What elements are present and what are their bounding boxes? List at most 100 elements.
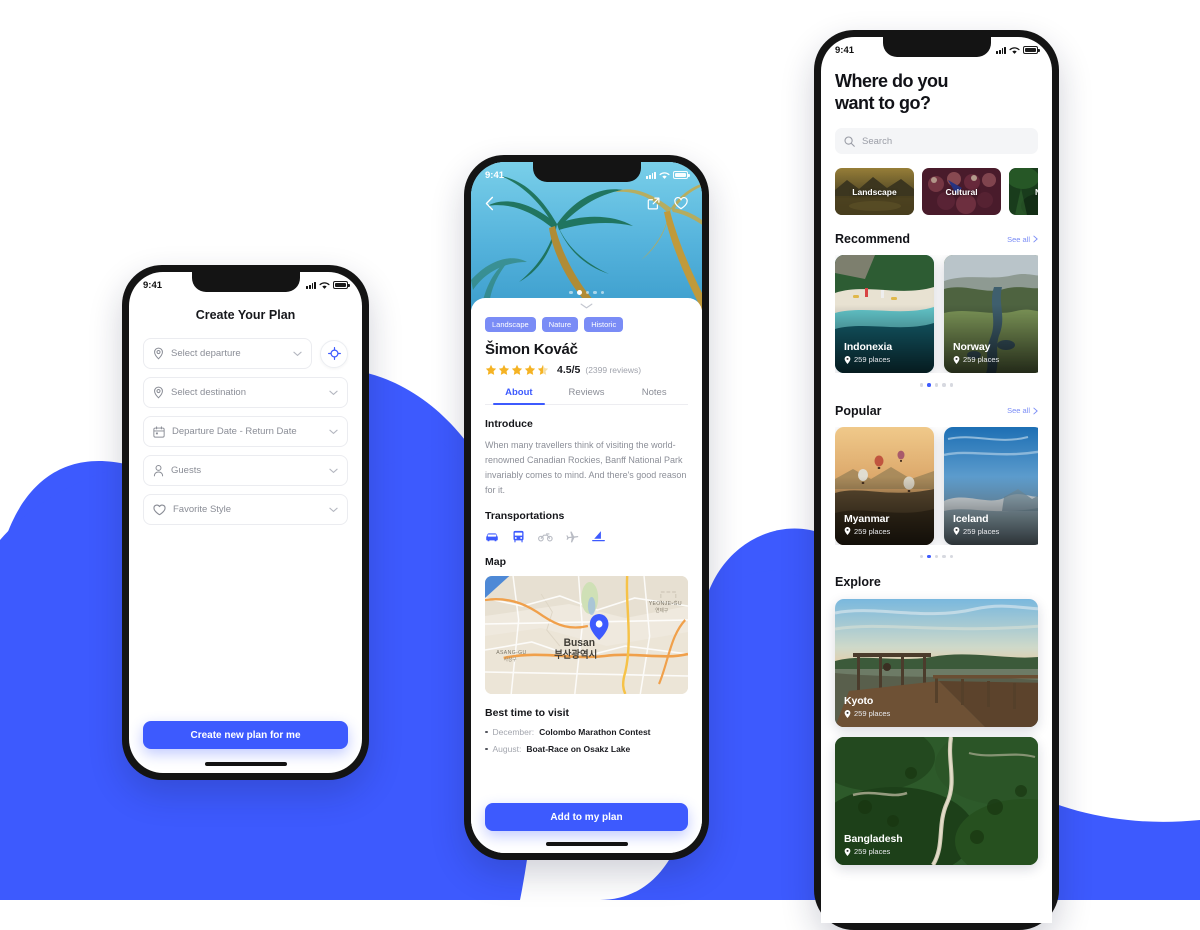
search-input[interactable]: Search bbox=[835, 128, 1038, 155]
status-indicators bbox=[996, 46, 1040, 55]
map-tile-busan: YEONJE-GU 연제구 ASANG-GU 사상구 Busan 부산광역시 bbox=[485, 576, 688, 695]
section-title: Popular bbox=[835, 403, 882, 418]
motorbike-icon[interactable] bbox=[538, 531, 553, 542]
chevron-down-icon bbox=[329, 507, 338, 512]
explore-card[interactable]: Bangladesh 259 places bbox=[835, 737, 1038, 866]
select-departure-field[interactable]: Select departure bbox=[143, 338, 312, 369]
category-label: Cultural bbox=[945, 186, 978, 197]
tab-notes[interactable]: Notes bbox=[620, 387, 688, 404]
tab-about[interactable]: About bbox=[485, 387, 553, 405]
map-preview[interactable]: YEONJE-GU 연제구 ASANG-GU 사상구 Busan 부산광역시 bbox=[485, 576, 688, 695]
gps-locate-button[interactable] bbox=[320, 339, 348, 368]
screen-place-detail: 9:41 Landscape Nature Historic Šimon Kov… bbox=[471, 162, 702, 853]
rating-row: 4.5/5 (2399 reviews) bbox=[485, 364, 688, 376]
hero-pagination-dots[interactable] bbox=[471, 290, 702, 295]
best-time-heading: Best time to visit bbox=[485, 707, 570, 720]
destination-card[interactable]: Indonexia 259 places bbox=[835, 255, 934, 374]
bullet-icon bbox=[485, 747, 488, 751]
destination-name: Indonexia bbox=[844, 341, 893, 354]
category-card-landscape[interactable]: Landscape bbox=[835, 168, 914, 216]
category-card-nature[interactable]: Nature bbox=[1009, 168, 1038, 216]
sailboat-icon[interactable] bbox=[592, 530, 605, 543]
field-label: Favorite Style bbox=[173, 504, 232, 515]
svg-text:연제구: 연제구 bbox=[655, 607, 668, 614]
places-row: 259 places bbox=[844, 527, 890, 536]
places-count: 259 places bbox=[963, 526, 1000, 536]
detail-sheet: Landscape Nature Historic Šimon Kováč 4.… bbox=[471, 298, 702, 853]
popular-pagination-dots[interactable] bbox=[835, 554, 1038, 559]
share-icon[interactable] bbox=[647, 197, 660, 210]
chip-nature[interactable]: Nature bbox=[541, 317, 579, 332]
hero-image-palm-trees[interactable]: 9:41 bbox=[471, 162, 702, 310]
field-label: Select departure bbox=[171, 348, 241, 359]
signal-icon bbox=[646, 171, 656, 179]
svg-text:ASANG-GU: ASANG-GU bbox=[496, 650, 526, 656]
category-label: Nature bbox=[1035, 187, 1038, 197]
recommend-card-row[interactable]: Indonexia 259 places Norway 259 places bbox=[835, 255, 1038, 374]
select-destination-field[interactable]: Select destination bbox=[143, 377, 348, 408]
back-arrow-icon[interactable] bbox=[485, 196, 494, 211]
section-header-explore: Explore bbox=[835, 575, 1038, 589]
explore-card[interactable]: Kyoto 259 places bbox=[835, 599, 1038, 728]
list-item: August: Boat-Race on Osakz Lake bbox=[485, 744, 688, 754]
detail-tabs: About Reviews Notes bbox=[485, 387, 688, 405]
calendar-icon bbox=[153, 425, 165, 438]
wifi-icon bbox=[1009, 46, 1020, 54]
car-icon[interactable] bbox=[485, 531, 499, 543]
heart-icon[interactable] bbox=[674, 197, 688, 210]
transportations-heading: Transportations bbox=[485, 510, 565, 523]
add-to-plan-button[interactable]: Add to my plan bbox=[485, 803, 688, 831]
dates-row: Departure Date - Return Date bbox=[143, 416, 348, 447]
places-count: 259 places bbox=[963, 355, 1000, 365]
destination-card[interactable]: Norway 259 places bbox=[944, 255, 1038, 374]
category-row[interactable]: Landscape Cultural bbox=[835, 168, 1038, 216]
tab-reviews[interactable]: Reviews bbox=[553, 387, 621, 404]
category-label: Landscape bbox=[852, 186, 897, 197]
places-row: 259 places bbox=[844, 709, 890, 718]
card-meta: Iceland 259 places bbox=[953, 513, 999, 536]
notch bbox=[191, 272, 300, 292]
see-all-recommend[interactable]: See all bbox=[1007, 235, 1038, 244]
guests-field[interactable]: Guests bbox=[143, 455, 348, 486]
sheet-grabber[interactable] bbox=[485, 298, 688, 317]
places-count: 259 places bbox=[854, 355, 891, 365]
see-all-label: See all bbox=[1007, 406, 1030, 416]
card-meta: Norway 259 places bbox=[953, 341, 999, 364]
popular-card-row[interactable]: Myanmar 259 places Iceland 259 places bbox=[835, 426, 1038, 545]
search-icon bbox=[844, 136, 855, 147]
card-meta: Myanmar 259 places bbox=[844, 513, 890, 536]
style-row: Favorite Style bbox=[143, 494, 348, 525]
card-meta: Indonexia 259 places bbox=[844, 341, 892, 364]
destination-card[interactable]: Myanmar 259 places bbox=[835, 426, 934, 545]
title-line-2: want to go? bbox=[835, 92, 931, 113]
introduce-heading: Introduce bbox=[485, 418, 533, 430]
status-time: 9:41 bbox=[143, 279, 163, 291]
places-count: 259 places bbox=[854, 847, 891, 857]
location-pin-icon bbox=[844, 527, 851, 536]
airplane-icon[interactable] bbox=[566, 530, 579, 543]
date-range-field[interactable]: Departure Date - Return Date bbox=[143, 416, 348, 447]
wifi-icon bbox=[319, 281, 330, 289]
chevron-right-icon bbox=[1033, 407, 1038, 415]
guests-row: Guests bbox=[143, 455, 348, 486]
bus-icon[interactable] bbox=[512, 530, 525, 543]
status-time: 9:41 bbox=[485, 169, 505, 181]
chip-landscape[interactable]: Landscape bbox=[485, 317, 536, 332]
create-plan-button[interactable]: Create new plan for me bbox=[143, 721, 348, 749]
places-row: 259 places bbox=[953, 355, 999, 364]
places-count: 259 places bbox=[854, 526, 891, 536]
page-title: Create Your Plan bbox=[195, 308, 296, 322]
recommend-pagination-dots[interactable] bbox=[835, 383, 1038, 387]
category-card-cultural[interactable]: Cultural bbox=[922, 168, 1001, 216]
signal-icon bbox=[306, 281, 316, 289]
section-header-popular: Popular See all bbox=[835, 404, 1038, 418]
departure-row: Select departure bbox=[143, 338, 348, 369]
destination-name: Myanmar bbox=[844, 512, 890, 525]
explore-content: Where do you want to go? Search Landscap… bbox=[821, 37, 1052, 866]
see-all-popular[interactable]: See all bbox=[1007, 406, 1038, 415]
favorite-style-field[interactable]: Favorite Style bbox=[143, 494, 348, 525]
destination-card[interactable]: Iceland 259 places bbox=[944, 426, 1038, 545]
chip-historic[interactable]: Historic bbox=[584, 317, 624, 332]
page-title: Where do you want to go? bbox=[835, 71, 1038, 114]
field-label: Departure Date - Return Date bbox=[172, 426, 297, 437]
